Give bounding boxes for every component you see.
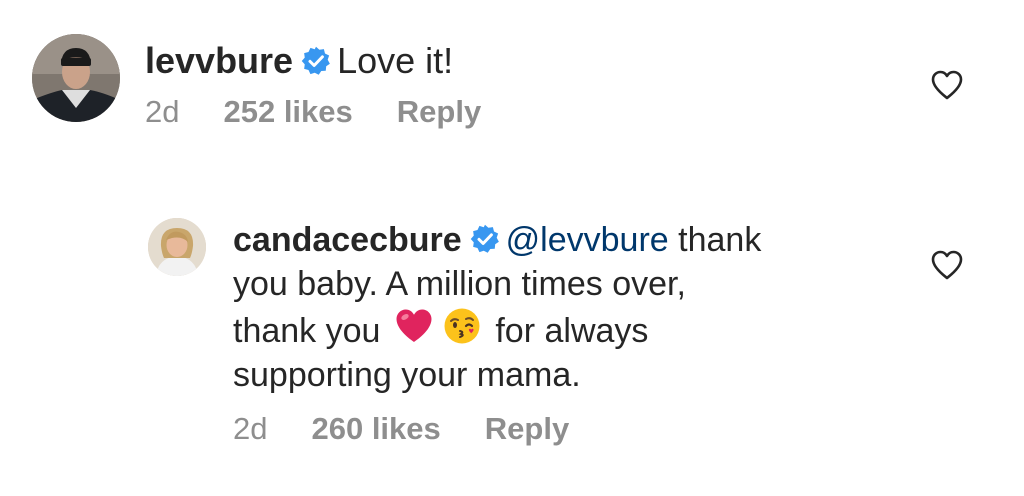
comment-likes[interactable]: 260 likes bbox=[311, 411, 440, 446]
avatar-photo bbox=[148, 218, 206, 276]
verified-badge-icon bbox=[470, 221, 500, 253]
comment-text: for always bbox=[495, 312, 649, 350]
comment-username[interactable]: candacecbure bbox=[233, 221, 462, 259]
comment-text-line: thank you for always bbox=[233, 306, 913, 353]
like-heart-icon[interactable] bbox=[930, 248, 964, 282]
comment-text: Love it! bbox=[337, 40, 454, 81]
comments-thread: levvbure Love it! 2d 252 likes Reply can… bbox=[0, 0, 1024, 496]
comment-text-line: candacecbure @levvbure thank bbox=[233, 218, 913, 262]
reply-button[interactable]: Reply bbox=[485, 411, 569, 446]
verified-badge-icon bbox=[301, 41, 331, 75]
comment-text-line: levvbure Love it! bbox=[145, 38, 905, 84]
like-heart-icon[interactable] bbox=[930, 68, 964, 102]
comment-likes[interactable]: 252 likes bbox=[223, 94, 352, 129]
comment-text-line: you baby. A million times over, bbox=[233, 265, 686, 303]
comment-body: levvbure Love it! 2d 252 likes Reply bbox=[145, 38, 905, 130]
face-blowing-kiss-emoji-icon bbox=[442, 306, 482, 346]
comment-text-line: supporting your mama. bbox=[233, 356, 581, 394]
mention-link[interactable]: @levvbure bbox=[506, 221, 669, 259]
comment-text: thank you bbox=[233, 312, 381, 350]
comment-meta: 2d 260 likes Reply bbox=[233, 411, 913, 447]
reply-button[interactable]: Reply bbox=[397, 94, 481, 129]
comment-meta: 2d 252 likes Reply bbox=[145, 94, 905, 130]
comment-time[interactable]: 2d bbox=[233, 411, 267, 446]
comment-body: candacecbure @levvbure thank you baby. A … bbox=[233, 218, 913, 447]
avatar[interactable] bbox=[148, 218, 206, 276]
comment-text: thank bbox=[668, 221, 762, 259]
comment-username[interactable]: levvbure bbox=[145, 40, 293, 81]
comment-time[interactable]: 2d bbox=[145, 94, 179, 129]
avatar[interactable] bbox=[32, 34, 120, 122]
avatar-photo bbox=[32, 34, 120, 122]
red-heart-emoji-icon bbox=[394, 306, 434, 346]
